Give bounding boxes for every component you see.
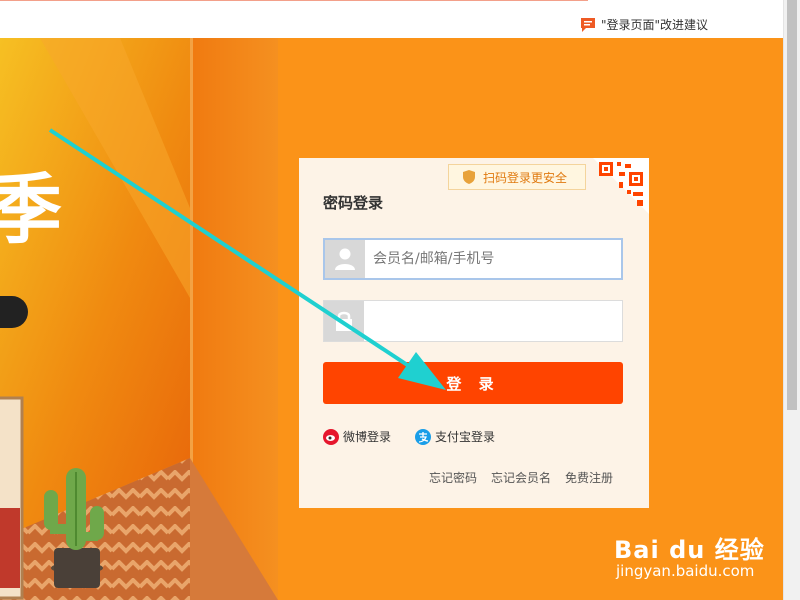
register-link[interactable]: 免费注册 [565, 469, 613, 486]
qr-tip-text: 扫码登录更安全 [483, 170, 568, 185]
forgot-member-name-link[interactable]: 忘记会员名 [491, 469, 551, 486]
qr-code-icon[interactable] [593, 158, 649, 214]
weibo-icon [323, 428, 339, 445]
top-divider [0, 0, 588, 1]
login-panel: 扫码登录更安全 密码登录 会员名/邮箱/手机号 登 录 微博登录 支付宝登录 忘… [299, 158, 649, 508]
login-title: 密码登录 [323, 194, 384, 212]
alipay-login-label[interactable]: 支付宝登录 [435, 428, 495, 445]
watermark-url: jingyan.baidu.com [616, 562, 755, 580]
account-links: 忘记密码 忘记会员名 免费注册 [415, 469, 613, 486]
feedback-text[interactable]: "登录页面"改进建议 [601, 16, 708, 33]
lock-icon-box [324, 301, 364, 341]
password-input[interactable] [364, 301, 622, 341]
shield-icon [463, 170, 475, 184]
qr-login-tip[interactable]: 扫码登录更安全 [448, 164, 587, 190]
social-login-row: 微博登录 支付宝登录 [323, 428, 519, 445]
login-button[interactable]: 登 录 [323, 362, 623, 404]
baidu-watermark: Bai du 经验 jingyan.baidu.com [614, 516, 774, 586]
alipay-icon [415, 428, 432, 445]
feedback-link[interactable]: "登录页面"改进建议 [580, 16, 708, 33]
chat-bubble-icon [580, 17, 595, 32]
vertical-scrollbar[interactable] [783, 0, 800, 600]
scrollbar-thumb[interactable] [787, 0, 797, 410]
watermark-logo-text: Bai du 经验 [614, 536, 765, 564]
top-bar: "登录页面"改进建议 [0, 0, 784, 38]
user-icon-box [325, 240, 365, 278]
username-field[interactable] [323, 238, 623, 280]
hero-headline-char: 季 [0, 165, 62, 254]
alipay-login-link[interactable]: 支付宝登录 [415, 428, 495, 445]
password-field[interactable] [323, 300, 623, 342]
lock-icon [336, 311, 352, 331]
weibo-login-link[interactable]: 微博登录 [323, 428, 391, 445]
weibo-login-label[interactable]: 微博登录 [343, 428, 391, 445]
username-input[interactable] [365, 240, 621, 278]
user-icon [335, 248, 355, 270]
forgot-password-link[interactable]: 忘记密码 [429, 469, 477, 486]
